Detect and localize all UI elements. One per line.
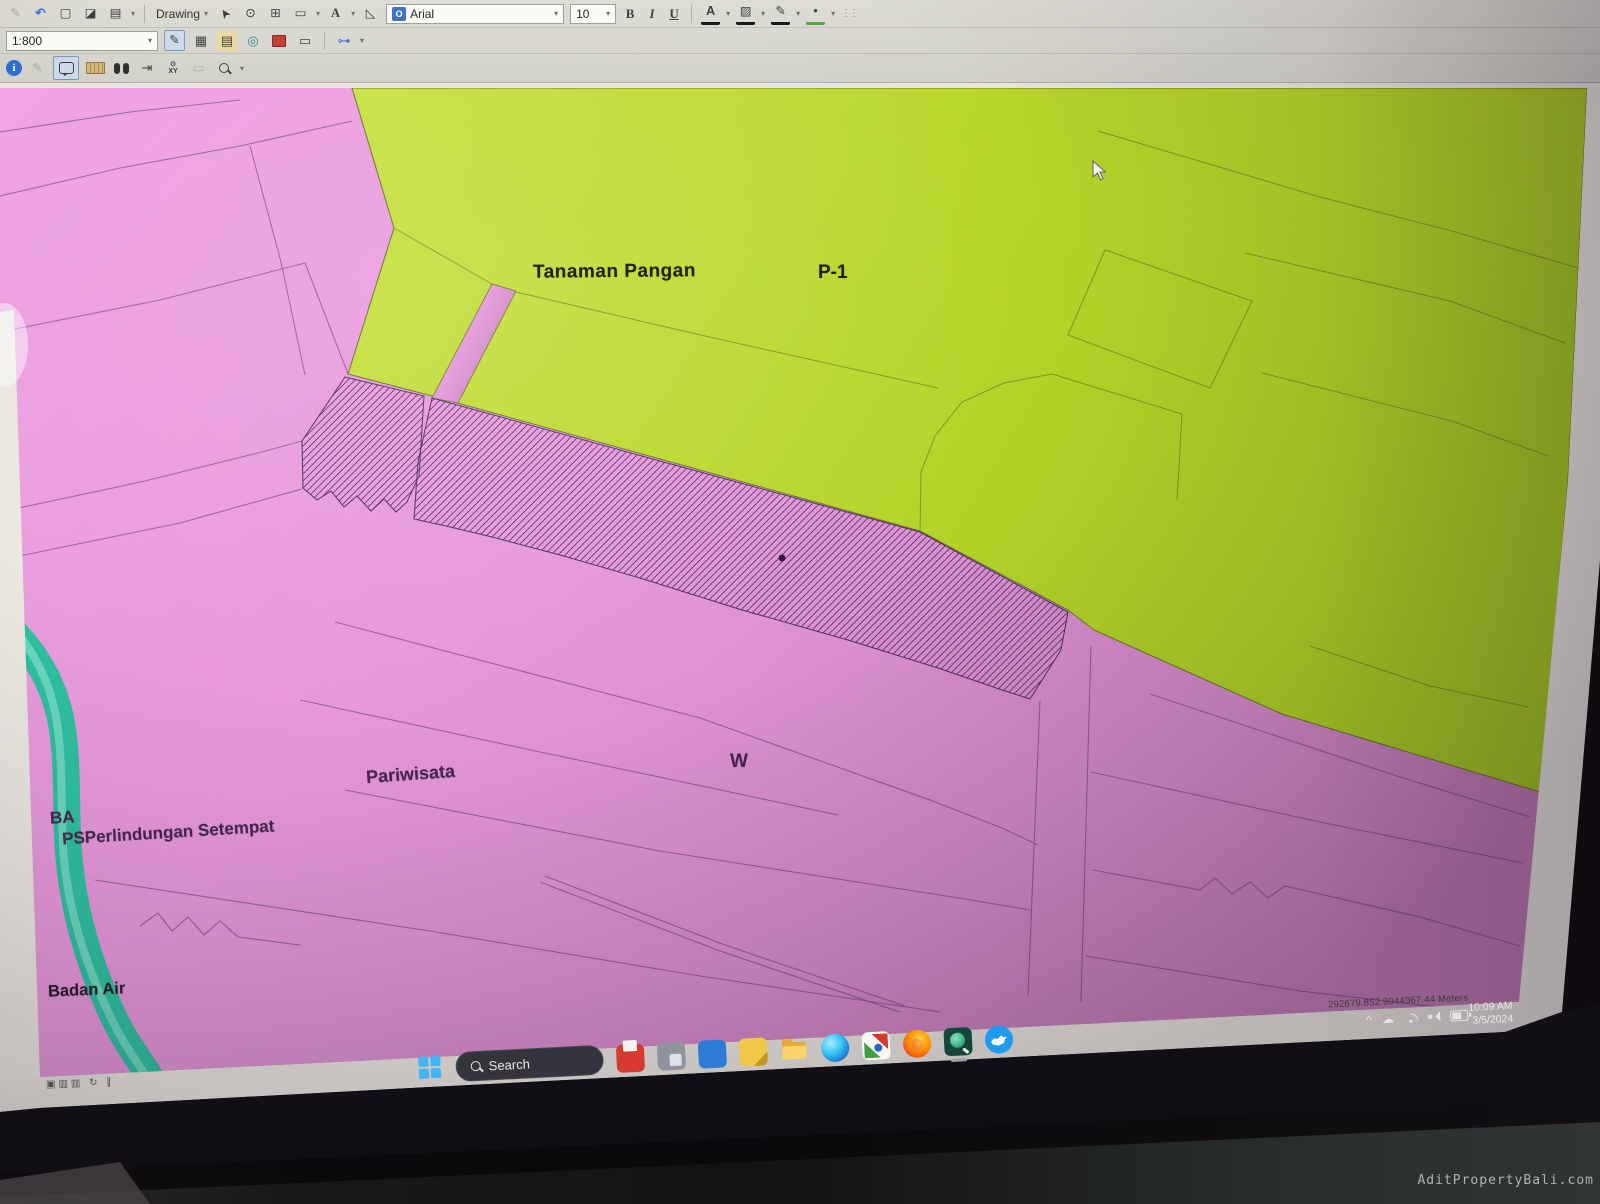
drawing-menu-label: Drawing (156, 7, 200, 21)
new-rectangle-icon[interactable]: ▭ (291, 4, 310, 23)
line-color-icon[interactable]: ✎ (771, 2, 790, 25)
battery-icon[interactable] (1450, 1009, 1469, 1021)
zone-label-badan-air: Badan Air (48, 979, 126, 1001)
model-builder-icon[interactable]: ⊶ (334, 31, 354, 51)
point-marker (779, 555, 786, 562)
taskbar-app-mail[interactable] (616, 1044, 645, 1073)
taskbar-app-microsoft-store[interactable] (698, 1039, 727, 1068)
attribute-table-icon[interactable]: ▤ (217, 31, 237, 51)
toolbar-grip-icon[interactable]: ⋮⋮ (841, 8, 857, 19)
chevron-up-icon[interactable]: ^ (1366, 1014, 1372, 1026)
red-toolbox-icon[interactable] (269, 31, 289, 51)
map-scale-select[interactable]: 1:800 ▾ (6, 31, 158, 51)
xy-dot: ⊙ (170, 61, 176, 68)
frame-icon[interactable]: ▭ (295, 31, 315, 51)
find-icon[interactable] (111, 58, 131, 78)
bold-button[interactable]: B (622, 6, 638, 22)
sketch-tool-icon[interactable]: ✎ (164, 30, 185, 51)
new-text-icon[interactable]: A (326, 4, 345, 23)
hyperlink-pencil-icon[interactable]: ✎ (28, 59, 47, 78)
line-color-dropdown-icon[interactable]: ▾ (796, 9, 800, 18)
go-to-icon[interactable]: ⇥ (137, 58, 157, 78)
undo-icon[interactable]: ↶ (31, 4, 50, 23)
taskbar-app-maps[interactable] (861, 1031, 890, 1060)
fill-color-icon[interactable]: ▨ (736, 2, 755, 25)
viewer-window-icon[interactable] (214, 58, 234, 78)
toolbar-overflow-icon[interactable]: ▾ (131, 9, 135, 18)
zone-label-ba: BA (49, 807, 75, 828)
arcmap-toolbars: ✎ ↶ ▢ ◪ ▤ ▾ Drawing ▾ ➤ ⊙ ⊞ ▭ ▾ A ▾ ◺ O … (0, 0, 1600, 83)
clock-date: 3/5/2024 (1469, 1013, 1514, 1028)
font-family-value: Arial (410, 7, 434, 21)
rotate-icon[interactable]: ⊙ (241, 4, 260, 23)
chevron-down-icon: ▾ (204, 9, 208, 18)
standard-toolbar-row: 1:800 ▾ ✎ ▦ ▤ ◎ ▭ ⊶ ▾ (0, 28, 1600, 54)
map-scale-value: 1:800 (12, 34, 42, 48)
taskbar-app-firefox[interactable] (902, 1029, 931, 1058)
marker-color-icon[interactable]: • (806, 2, 825, 25)
tools-toolbar-row: i ✎ ⇥ ⊙XY ▭ ▾ (0, 54, 1600, 82)
taskbar-app-twitter[interactable] (984, 1025, 1013, 1054)
edit-vertices-icon[interactable]: ◺ (361, 4, 380, 23)
marker-color-dropdown-icon[interactable]: ▾ (831, 9, 835, 18)
zone-label-tanaman-pangan: Tanaman Pangan (533, 260, 696, 283)
layout-icon[interactable]: ◪ (81, 4, 100, 23)
zone-label-p-1: P-1 (818, 262, 848, 284)
map-canvas[interactable] (0, 0, 1600, 1204)
text-dropdown-icon[interactable]: ▾ (351, 9, 355, 18)
separator (691, 5, 692, 23)
toolbar-overflow-icon[interactable]: ▾ (240, 64, 244, 73)
identify-icon[interactable] (53, 56, 79, 80)
toolbar-overflow-icon[interactable]: ▾ (360, 36, 364, 45)
speaker-icon[interactable] (1428, 1011, 1440, 1022)
taskbar-app-task-view[interactable] (657, 1041, 686, 1070)
photo-of-monitor: ✎ ↶ ▢ ◪ ▤ ▾ Drawing ▾ ➤ ⊙ ⊞ ▭ ▾ A ▾ ◺ O … (0, 0, 1600, 1204)
drawing-menu[interactable]: Drawing ▾ (154, 7, 210, 21)
measure-icon[interactable] (85, 58, 105, 78)
font-color-icon[interactable]: A (701, 2, 720, 25)
xy-label: XY (168, 68, 177, 75)
taskbar-app-edge[interactable] (821, 1033, 850, 1062)
windows-start-button[interactable] (418, 1056, 443, 1081)
cloud-icon[interactable]: ☁ (1382, 1013, 1395, 1026)
separator (144, 5, 145, 23)
table-icon[interactable]: ▦ (191, 31, 211, 51)
watermark: AditPropertyBali.com (1417, 1173, 1594, 1188)
zone-label-w: W (730, 751, 748, 773)
italic-button[interactable]: I (644, 6, 660, 22)
wifi-icon[interactable] (1404, 1012, 1419, 1024)
drawing-toolbar-row: ✎ ↶ ▢ ◪ ▤ ▾ Drawing ▾ ➤ ⊙ ⊞ ▭ ▾ A ▾ ◺ O … (0, 0, 1600, 28)
taskbar-app-sticky-notes[interactable] (739, 1037, 768, 1066)
taskbar-app-file-explorer[interactable] (780, 1035, 809, 1064)
separator (324, 32, 325, 50)
font-family-select[interactable]: O Arial ▾ (386, 4, 564, 24)
zoom-to-selected-icon[interactable]: ⊞ (266, 4, 285, 23)
new-map-icon[interactable]: ▢ (56, 4, 75, 23)
font-size-value: 10 (576, 7, 589, 21)
shape-dropdown-icon[interactable]: ▾ (316, 9, 320, 18)
search-icon (470, 1061, 480, 1071)
font-color-dropdown-icon[interactable]: ▾ (726, 9, 730, 18)
taskbar-clock[interactable]: 10:09 AM 3/5/2024 (1468, 1000, 1514, 1028)
underline-button[interactable]: U (666, 6, 682, 22)
pencil-icon[interactable]: ✎ (6, 4, 25, 23)
disabled-window-icon: ▭ (189, 59, 208, 78)
taskbar-app-arcgis[interactable] (943, 1027, 972, 1056)
mouse-cursor (1092, 160, 1108, 187)
trace-tool-icon[interactable]: ◎ (243, 31, 263, 51)
search-label: Search (488, 1056, 530, 1073)
font-symbol-icon: O (392, 7, 406, 21)
template-icon[interactable]: ▤ (106, 4, 125, 23)
select-elements-cursor-icon[interactable]: ➤ (212, 0, 238, 26)
font-size-select[interactable]: 10 ▾ (570, 4, 616, 24)
go-to-xy-icon[interactable]: ⊙XY (163, 58, 183, 78)
fill-color-dropdown-icon[interactable]: ▾ (761, 9, 765, 18)
info-icon[interactable]: i (6, 60, 22, 76)
